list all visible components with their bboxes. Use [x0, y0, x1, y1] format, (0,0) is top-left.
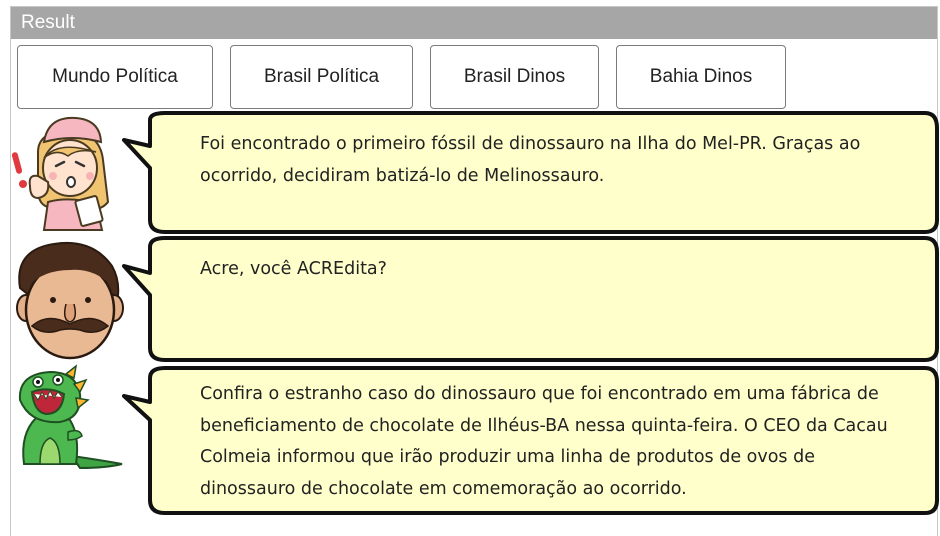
dinosaur-avatar: [18, 364, 123, 470]
message-2-text: Acre, você ACREdita?: [200, 259, 387, 279]
message-1-text: Foi encontrado o primeiro fóssil de dino…: [200, 134, 861, 186]
nurse-avatar: [11, 116, 110, 231]
mustache-man-avatar: [16, 242, 124, 360]
message-3-text: Confira o estranho caso do dinossauro qu…: [200, 384, 888, 499]
